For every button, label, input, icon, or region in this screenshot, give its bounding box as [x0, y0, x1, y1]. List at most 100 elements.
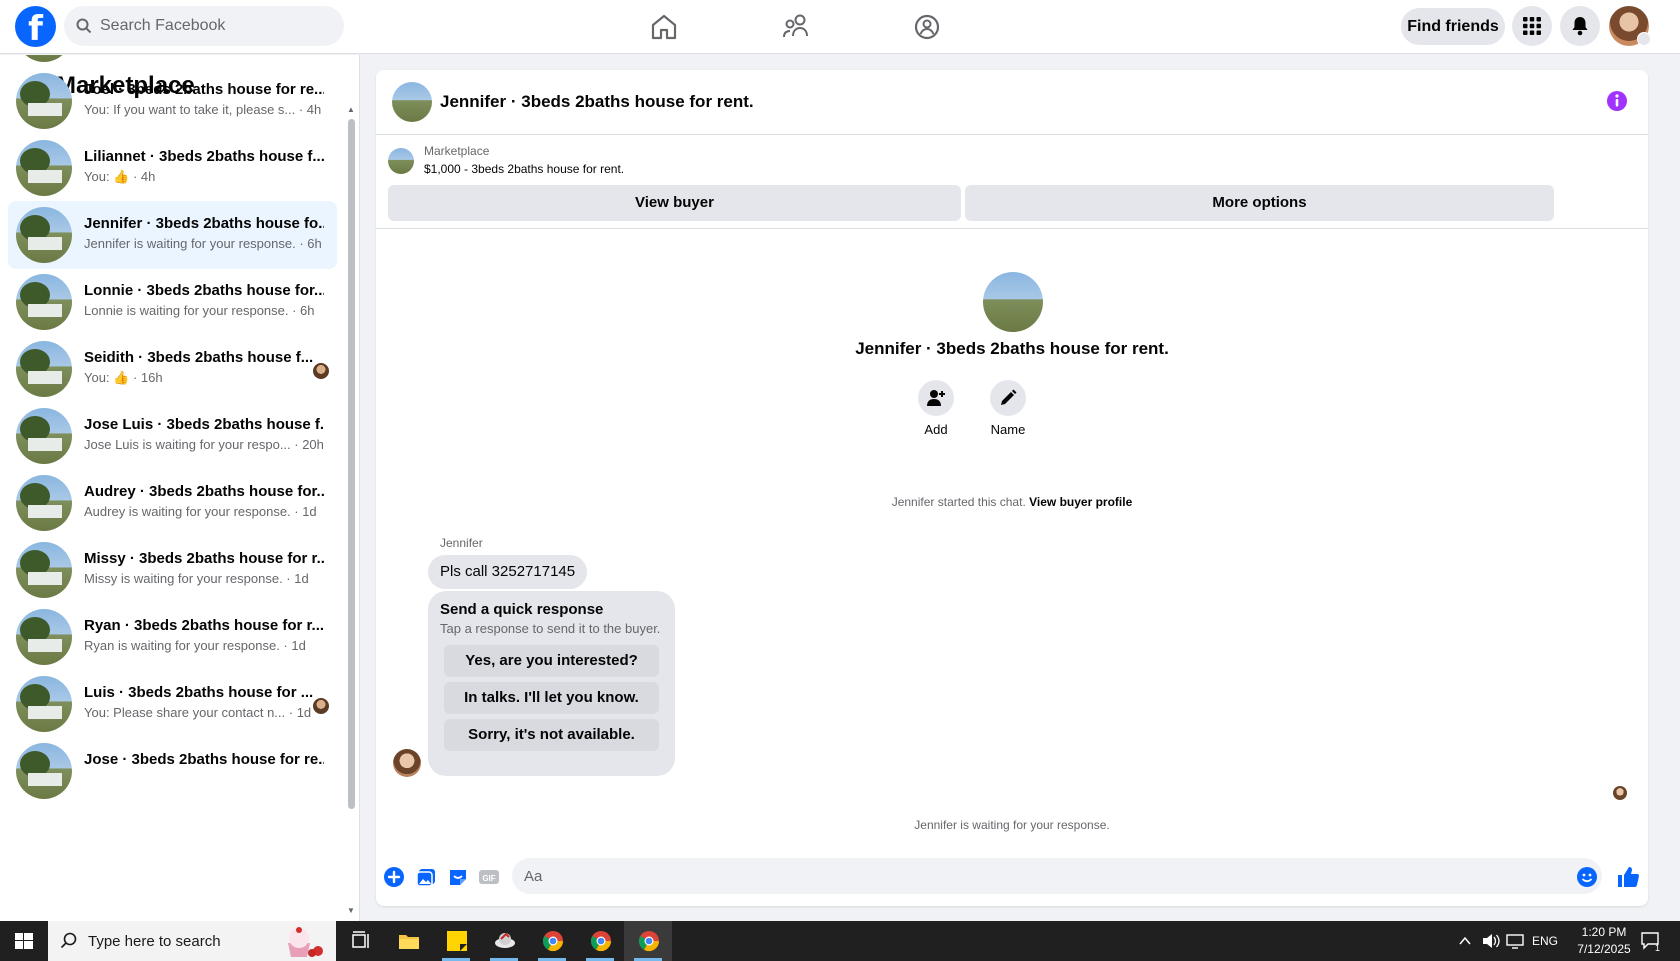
plus-circle-icon[interactable] — [383, 866, 405, 888]
quick-response-subtitle: Tap a response to send it to the buyer. — [440, 621, 661, 636]
add-button[interactable]: Add — [906, 380, 966, 437]
conversation-item[interactable]: Ryan · 3beds 2baths house for r... Ryan i… — [8, 603, 337, 671]
add-label: Add — [924, 422, 948, 437]
listing-thumbnail — [16, 743, 72, 799]
folder-icon — [399, 935, 419, 949]
thumbs-up-icon[interactable] — [1616, 865, 1640, 889]
taskbar-chrome-1[interactable] — [528, 921, 576, 961]
taskbar-search[interactable] — [48, 921, 336, 961]
quick-response-option[interactable]: Yes, are you interested? — [444, 645, 659, 677]
clock-time[interactable]: 1:20 PM — [1574, 925, 1634, 939]
quick-response-option[interactable]: In talks. I'll let you know. — [444, 682, 659, 714]
conversation-preview: Audrey is waiting for your response. · 1… — [84, 504, 317, 519]
chat-started-notice: Jennifer started this chat. View buyer p… — [376, 495, 1648, 509]
view-buyer-button[interactable]: View buyer — [388, 185, 961, 221]
task-view-button[interactable] — [336, 921, 384, 961]
chevron-up-icon[interactable] — [1459, 935, 1471, 947]
conversation-item[interactable]: Jose Luis · 3beds 2baths house f... Jose … — [8, 402, 337, 470]
notifications-button[interactable] — [1560, 6, 1600, 46]
conversation-item[interactable]: Missy · 3beds 2baths house for r... Missy… — [8, 536, 337, 604]
house-shape — [28, 706, 62, 719]
photo-icon[interactable] — [415, 866, 437, 888]
conversation-item[interactable]: Liliannet · 3beds 2baths house f... You: … — [8, 134, 337, 202]
conversation-item[interactable]: Lonnie · 3beds 2baths house for... Lonnie… — [8, 268, 337, 336]
listing-thumbnail — [16, 207, 72, 263]
message-composer: GIF — [376, 850, 1648, 906]
conversation-name: Luis · 3beds 2baths house for ... — [84, 684, 314, 701]
cupcake-icon — [288, 927, 323, 957]
taskbar-app-cloud[interactable] — [480, 921, 528, 961]
sticker-icon[interactable] — [447, 866, 469, 888]
start-button[interactable] — [0, 921, 48, 961]
listing-thumbnail — [16, 475, 72, 531]
conversation-preview: Missy is waiting for your response. · 1d — [84, 571, 309, 586]
gif-icon[interactable]: GIF — [478, 866, 500, 888]
name-button[interactable]: Name — [978, 380, 1038, 437]
conversation-name: Seidith · 3beds 2baths house f... — [84, 349, 314, 366]
chat-title[interactable]: Jennifer · 3beds 2baths house for rent. — [440, 92, 754, 112]
quick-response-option[interactable]: Sorry, it's not available. — [444, 719, 659, 751]
search-box[interactable] — [64, 6, 344, 46]
search-icon — [76, 18, 92, 34]
conversation-item[interactable]: Jennifer · 3beds 2baths house fo... Jenni… — [8, 201, 337, 269]
conversation-name: Audrey · 3beds 2baths house for... — [84, 483, 324, 500]
house-shape — [28, 304, 62, 317]
conversation-preview: You: 👍 · 4h — [84, 169, 156, 184]
conversation-item[interactable]: Seidith · 3beds 2baths house f... You: 👍 … — [8, 335, 337, 403]
house-shape — [28, 371, 62, 384]
conversation-name: Jennifer · 3beds 2baths house fo... — [84, 215, 324, 232]
more-options-button[interactable]: More options — [965, 185, 1554, 221]
quick-response-card: Send a quick response Tap a response to … — [428, 591, 675, 776]
sender-avatar[interactable] — [393, 749, 421, 777]
conversation-item[interactable]: Luis · 3beds 2baths house for ... You: Pl… — [8, 670, 337, 738]
conversation-item[interactable]: Jose · 3beds 2baths house for re... — [8, 737, 337, 805]
chevron-down-icon[interactable] — [1637, 32, 1651, 46]
sidebar-scrollbar-thumb[interactable] — [348, 119, 355, 809]
taskbar-search-input[interactable] — [88, 921, 288, 961]
view-buyer-profile-link[interactable]: View buyer profile — [1029, 495, 1132, 509]
taskbar-chrome-3[interactable] — [624, 921, 672, 961]
conversation-item[interactable]: Joel · 3beds 2baths house for re... You: … — [8, 67, 337, 135]
marketplace-sidebar: Marketplace Lafricka · 3beds 2baths hous… — [0, 55, 360, 921]
listing-thumbnail — [16, 408, 72, 464]
quick-response-title: Send a quick response — [440, 601, 604, 618]
conversation-name: Joel · 3beds 2baths house for re... — [84, 81, 324, 98]
emoji-icon[interactable] — [1576, 866, 1598, 888]
waiting-notice: Jennifer is waiting for your response. — [914, 818, 1110, 832]
conversation-item[interactable]: Audrey · 3beds 2baths house for... Audrey… — [8, 469, 337, 537]
groups-icon[interactable] — [910, 10, 944, 44]
volume-icon[interactable] — [1482, 933, 1500, 949]
scroll-up-icon[interactable]: ▲ — [347, 105, 355, 114]
chat-profile-picture[interactable] — [983, 272, 1043, 332]
conversation-name: Lonnie · 3beds 2baths house for... — [84, 282, 324, 299]
taskbar-sticky-notes[interactable] — [432, 921, 480, 961]
home-icon[interactable] — [647, 10, 681, 44]
chat-panel: Jennifer · 3beds 2baths house for rent. … — [376, 70, 1648, 906]
house-shape — [28, 773, 62, 786]
divider — [376, 228, 1648, 229]
page-scrollbar[interactable] — [1663, 55, 1680, 921]
message-input[interactable] — [512, 858, 1602, 894]
chrome-icon — [638, 931, 660, 952]
listing-thumbnail — [16, 73, 72, 129]
name-label: Name — [990, 422, 1026, 437]
taskbar-file-explorer[interactable] — [384, 921, 432, 961]
chrome-icon — [542, 931, 564, 952]
language-indicator[interactable]: ENG — [1532, 934, 1558, 948]
conversation-name: Liliannet · 3beds 2baths house f... — [84, 148, 324, 165]
facebook-logo[interactable]: f — [15, 6, 56, 47]
network-icon[interactable] — [1506, 933, 1524, 949]
conversation-preview: Lonnie is waiting for your response. · 6… — [84, 303, 315, 318]
chat-started-text: Jennifer started this chat. — [891, 495, 1026, 509]
clock-date[interactable]: 7/12/2025 — [1567, 942, 1641, 956]
taskbar-chrome-2[interactable] — [576, 921, 624, 961]
info-icon[interactable] — [1606, 90, 1628, 112]
menu-button[interactable] — [1512, 6, 1552, 46]
listing-thumbnail — [16, 274, 72, 330]
incoming-message[interactable]: Pls call 3252717145 — [428, 555, 588, 589]
find-friends-button[interactable]: Find friends — [1401, 8, 1505, 45]
scroll-down-icon[interactable]: ▼ — [347, 906, 355, 915]
listing-avatar[interactable] — [392, 82, 432, 122]
search-input[interactable] — [100, 6, 330, 46]
friends-icon[interactable] — [779, 10, 813, 44]
